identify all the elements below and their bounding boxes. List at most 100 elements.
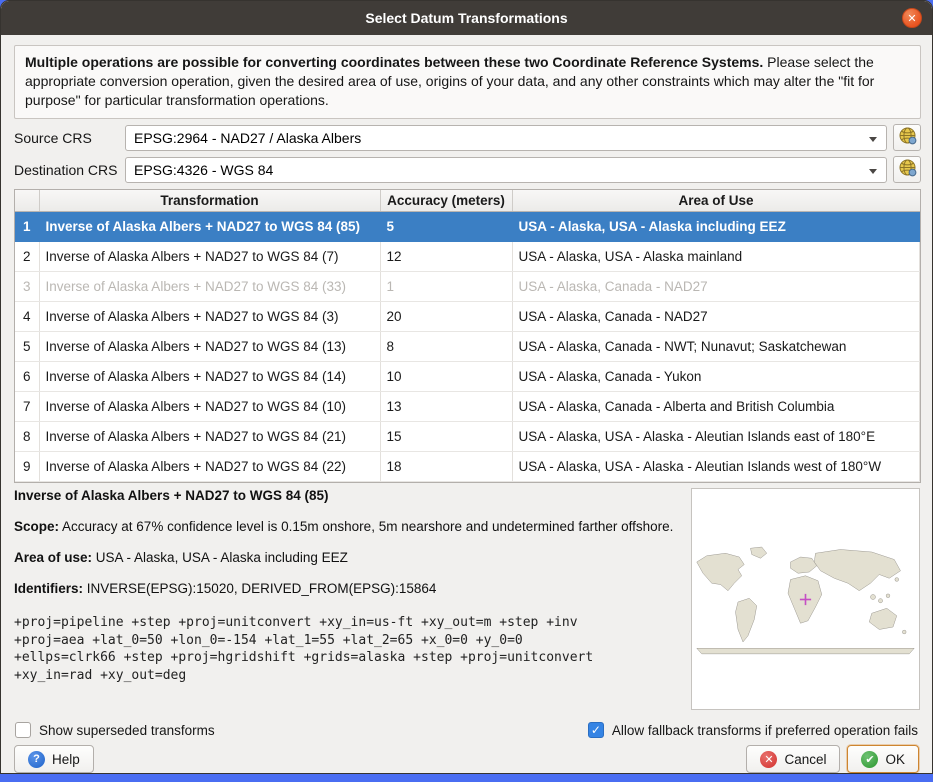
table-row[interactable]: 1 Inverse of Alaska Albers + NAD27 to WG… (15, 211, 920, 241)
destination-crs-value: EPSG:4326 - WGS 84 (134, 162, 273, 178)
cell-accuracy[interactable]: 15 (380, 421, 512, 451)
scope-text: Accuracy at 67% confidence level is 0.15… (59, 519, 673, 534)
row-number[interactable]: 5 (15, 331, 39, 361)
cell-area[interactable]: USA - Alaska, Canada - Yukon (512, 361, 920, 391)
table-row[interactable]: 3 Inverse of Alaska Albers + NAD27 to WG… (15, 271, 920, 301)
source-crs-value: EPSG:2964 - NAD27 / Alaska Albers (134, 130, 361, 146)
chevron-down-icon (869, 137, 877, 142)
cell-area[interactable]: USA - Alaska, USA - Alaska - Aleutian Is… (512, 451, 920, 481)
cancel-button[interactable]: ✕ Cancel (746, 745, 840, 773)
area-label: Area of use: (14, 550, 92, 565)
details-scope: Scope: Accuracy at 67% confidence level … (14, 518, 686, 536)
cell-transformation[interactable]: Inverse of Alaska Albers + NAD27 to WGS … (39, 451, 380, 481)
header-accuracy[interactable]: Accuracy (meters) (380, 190, 512, 211)
scope-label: Scope: (14, 519, 59, 534)
cancel-icon: ✕ (760, 751, 777, 768)
background-window-strip (0, 774, 933, 782)
row-number[interactable]: 8 (15, 421, 39, 451)
header-transformation[interactable]: Transformation (39, 190, 380, 211)
row-number[interactable]: 4 (15, 301, 39, 331)
destination-crs-row: Destination CRS EPSG:4326 - WGS 84 (14, 156, 921, 183)
cell-accuracy[interactable]: 1 (380, 271, 512, 301)
transformations-table: Transformation Accuracy (meters) Area of… (14, 189, 921, 483)
cell-transformation[interactable]: Inverse of Alaska Albers + NAD27 to WGS … (39, 421, 380, 451)
cell-accuracy[interactable]: 8 (380, 331, 512, 361)
cell-transformation[interactable]: Inverse of Alaska Albers + NAD27 to WGS … (39, 301, 380, 331)
titlebar[interactable]: Select Datum Transformations ✕ (1, 1, 932, 35)
cell-transformation[interactable]: Inverse of Alaska Albers + NAD27 to WGS … (39, 391, 380, 421)
show-superseded-option: Show superseded transforms (15, 722, 215, 738)
row-number[interactable]: 7 (15, 391, 39, 421)
details-identifiers: Identifiers: INVERSE(EPSG):15020, DERIVE… (14, 580, 686, 598)
corner-header (15, 190, 39, 211)
table-row[interactable]: 7 Inverse of Alaska Albers + NAD27 to WG… (15, 391, 920, 421)
details-title: Inverse of Alaska Albers + NAD27 to WGS … (14, 488, 686, 503)
ok-icon: ✔ (861, 751, 878, 768)
cell-transformation[interactable]: Inverse of Alaska Albers + NAD27 to WGS … (39, 361, 380, 391)
row-number[interactable]: 3 (15, 271, 39, 301)
table-row[interactable]: 9 Inverse of Alaska Albers + NAD27 to WG… (15, 451, 920, 481)
destination-crs-combo[interactable]: EPSG:4326 - WGS 84 (125, 157, 887, 183)
select-source-crs-button[interactable] (893, 124, 921, 151)
header-area-of-use[interactable]: Area of Use (512, 190, 920, 211)
cell-area[interactable]: USA - Alaska, Canada - NWT; Nunavut; Sas… (512, 331, 920, 361)
intro-text: Multiple operations are possible for con… (14, 45, 921, 119)
table-row[interactable]: 5 Inverse of Alaska Albers + NAD27 to WG… (15, 331, 920, 361)
allow-fallback-option: Allow fallback transforms if preferred o… (588, 722, 918, 738)
row-number[interactable]: 1 (15, 211, 39, 241)
cell-accuracy[interactable]: 18 (380, 451, 512, 481)
cell-accuracy[interactable]: 12 (380, 241, 512, 271)
allow-fallback-label[interactable]: Allow fallback transforms if preferred o… (612, 723, 918, 738)
source-crs-label: Source CRS (14, 130, 125, 146)
cell-transformation[interactable]: Inverse of Alaska Albers + NAD27 to WGS … (39, 331, 380, 361)
cell-accuracy[interactable]: 13 (380, 391, 512, 421)
select-destination-crs-button[interactable] (893, 156, 921, 183)
table-row[interactable]: 2 Inverse of Alaska Albers + NAD27 to WG… (15, 241, 920, 271)
chevron-down-icon (869, 169, 877, 174)
proj-string: +proj=pipeline +step +proj=unitconvert +… (14, 614, 686, 684)
area-of-use-map (691, 488, 920, 710)
help-button-label: Help (52, 752, 80, 767)
table-row[interactable]: 6 Inverse of Alaska Albers + NAD27 to WG… (15, 361, 920, 391)
close-icon[interactable]: ✕ (902, 8, 922, 28)
screen: Select Datum Transformations ✕ Multiple … (0, 0, 933, 782)
row-number[interactable]: 2 (15, 241, 39, 271)
allow-fallback-checkbox[interactable] (588, 722, 604, 738)
crs-globe-icon (898, 158, 917, 182)
transformation-details: Inverse of Alaska Albers + NAD27 to WGS … (14, 488, 686, 684)
cell-area[interactable]: USA - Alaska, Canada - NAD27 (512, 271, 920, 301)
cell-transformation[interactable]: Inverse of Alaska Albers + NAD27 to WGS … (39, 271, 380, 301)
show-superseded-label[interactable]: Show superseded transforms (39, 723, 215, 738)
window-title: Select Datum Transformations (365, 10, 567, 26)
source-crs-row: Source CRS EPSG:2964 - NAD27 / Alaska Al… (14, 124, 921, 151)
cell-area[interactable]: USA - Alaska, Canada - Alberta and Briti… (512, 391, 920, 421)
row-number[interactable]: 6 (15, 361, 39, 391)
crs-globe-icon (898, 126, 917, 150)
select-datum-transformations-dialog: Select Datum Transformations ✕ Multiple … (0, 0, 933, 774)
table-row[interactable]: 8 Inverse of Alaska Albers + NAD27 to WG… (15, 421, 920, 451)
identifiers-text: INVERSE(EPSG):15020, DERIVED_FROM(EPSG):… (83, 581, 436, 596)
details-area-of-use: Area of use: USA - Alaska, USA - Alaska … (14, 549, 686, 567)
help-button[interactable]: ? Help (14, 745, 94, 773)
cell-accuracy[interactable]: 5 (380, 211, 512, 241)
ok-button-label: OK (885, 752, 905, 767)
cancel-button-label: Cancel (784, 752, 826, 767)
cell-area[interactable]: USA - Alaska, USA - Alaska mainland (512, 241, 920, 271)
area-text: USA - Alaska, USA - Alaska including EEZ (92, 550, 348, 565)
help-icon: ? (28, 751, 45, 768)
cell-transformation[interactable]: Inverse of Alaska Albers + NAD27 to WGS … (39, 211, 380, 241)
identifiers-label: Identifiers: (14, 581, 83, 596)
table-row[interactable]: 4 Inverse of Alaska Albers + NAD27 to WG… (15, 301, 920, 331)
cell-area[interactable]: USA - Alaska, USA - Alaska including EEZ (512, 211, 920, 241)
ok-button[interactable]: ✔ OK (847, 745, 919, 773)
source-crs-combo[interactable]: EPSG:2964 - NAD27 / Alaska Albers (125, 125, 887, 151)
row-number[interactable]: 9 (15, 451, 39, 481)
intro-lead: Multiple operations are possible for con… (25, 54, 763, 70)
cell-accuracy[interactable]: 20 (380, 301, 512, 331)
cell-area[interactable]: USA - Alaska, Canada - NAD27 (512, 301, 920, 331)
dialog-action-buttons: ✕ Cancel ✔ OK (746, 745, 919, 773)
show-superseded-checkbox[interactable] (15, 722, 31, 738)
cell-area[interactable]: USA - Alaska, USA - Alaska - Aleutian Is… (512, 421, 920, 451)
cell-transformation[interactable]: Inverse of Alaska Albers + NAD27 to WGS … (39, 241, 380, 271)
cell-accuracy[interactable]: 10 (380, 361, 512, 391)
